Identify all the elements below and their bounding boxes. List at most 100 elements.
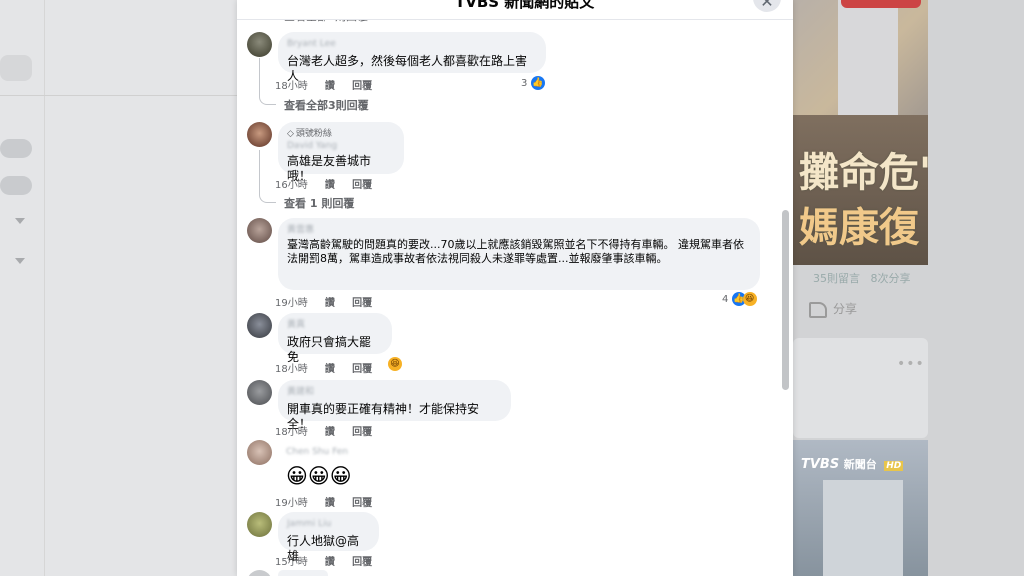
chevron-down-icon[interactable] — [15, 258, 25, 264]
share-button[interactable]: 分享 — [809, 300, 857, 318]
reaction-count: 4 — [722, 294, 729, 305]
comment-time[interactable]: 19小時 — [275, 298, 308, 309]
tvbs-video-thumbnail[interactable]: TVBS 新聞台 HD — [793, 440, 928, 576]
comment-bubble: 黃真 政府只會搞大罷免 — [278, 313, 392, 364]
comment-author[interactable]: David Yang — [287, 141, 393, 152]
comment-actions: 18小時 讚 回覆 — [275, 423, 386, 438]
comment-actions: 18小時 讚 回覆 — [275, 360, 386, 375]
more-icon[interactable]: ••• — [897, 356, 925, 372]
comment-author[interactable]: Jammi Liu — [287, 519, 368, 530]
comment-bubble — [278, 570, 328, 576]
share-count[interactable]: 8次分享 — [871, 272, 911, 285]
dialog-header: TVBS 新聞網的貼文 ✕ — [237, 0, 793, 20]
reply-button[interactable]: 回覆 — [352, 427, 372, 438]
share-icon — [809, 301, 827, 318]
news-thumbnail[interactable]: 攤命危"... 媽康復 — [793, 0, 928, 265]
haha-icon: 😆 — [388, 357, 402, 371]
comment-time[interactable]: 16小時 — [275, 180, 308, 191]
close-icon[interactable]: ✕ — [753, 0, 781, 12]
tvbs-logo-text: TVBS — [801, 457, 840, 472]
divider — [0, 95, 237, 96]
like-button[interactable]: 讚 — [325, 427, 335, 438]
comment-bubble: 黃建和 開車真的要正確有精神！才能保持安全！ — [278, 380, 511, 431]
reaction-summary[interactable]: 😆 — [388, 357, 402, 371]
diamond-icon: ◇ — [287, 129, 294, 139]
reply-button[interactable]: 回覆 — [352, 180, 372, 191]
comment-emoji: 😀😀😀 — [286, 464, 352, 488]
red-tab-shape — [841, 0, 921, 8]
avatar[interactable] — [247, 218, 272, 243]
comment-actions: 16小時 讚 回覆 — [275, 176, 386, 191]
reply-button[interactable]: 回覆 — [352, 81, 372, 92]
haha-icon: 😆 — [742, 292, 757, 306]
reply-button[interactable]: 回覆 — [352, 364, 372, 375]
reply-button[interactable]: 回覆 — [352, 498, 372, 509]
comment-actions: 15小時 讚 回覆 — [275, 553, 386, 568]
comment-time[interactable]: 19小時 — [275, 498, 308, 509]
toggle-switch[interactable] — [0, 139, 32, 158]
comment-actions: 18小時 讚 回覆 — [275, 77, 386, 92]
comment-actions: 19小時 讚 回覆 — [275, 294, 386, 309]
comment-author[interactable]: 黃建和 — [287, 387, 500, 398]
comment-text: 臺灣高齡駕駛的問題真的要改...70歲以上就應該銷毀駕照並名下不得持有車輛。 違… — [287, 238, 744, 265]
post-dialog: TVBS 新聞網的貼文 ✕ 查看全部4則回覆 Bryant Lee 台灣老人超多… — [237, 0, 793, 576]
like-button[interactable]: 讚 — [325, 498, 335, 509]
comment-time[interactable]: 18小時 — [275, 81, 308, 92]
post-stats: 35則留言 8次分享 — [813, 270, 911, 286]
like-button[interactable]: 讚 — [325, 557, 335, 568]
like-button[interactable]: 讚 — [325, 180, 335, 191]
view-replies-link[interactable]: 查看 1 則回覆 — [284, 195, 354, 211]
like-button[interactable]: 讚 — [325, 81, 335, 92]
view-replies-link[interactable]: 查看全部3則回覆 — [284, 97, 369, 113]
toggle-switch[interactable] — [0, 176, 32, 195]
avatar[interactable] — [247, 313, 272, 338]
thread-line — [259, 150, 276, 203]
dialog-title: TVBS 新聞網的貼文 — [455, 0, 595, 11]
reaction-count: 3 — [521, 78, 528, 89]
thumbnail-headline: 攤命危"... — [799, 150, 928, 196]
like-button[interactable]: 讚 — [325, 364, 335, 375]
comment-time[interactable]: 15小時 — [275, 557, 308, 568]
comment-author[interactable]: 黃真 — [287, 320, 381, 331]
comment-actions: 19小時 讚 回覆 — [275, 494, 386, 509]
reaction-summary[interactable]: 3 👍 — [521, 76, 545, 90]
reply-button[interactable]: 回覆 — [352, 557, 372, 568]
avatar[interactable] — [247, 32, 272, 57]
avatar[interactable] — [247, 380, 272, 405]
reply-button[interactable]: 回覆 — [352, 298, 372, 309]
thread-line — [259, 58, 276, 105]
comment-bubble: Bryant Lee 台灣老人超多，然後每個老人都喜歡在路上害人 — [278, 32, 546, 83]
badge-label: 頭號粉絲 — [295, 129, 332, 139]
divider — [44, 0, 45, 576]
building-shape — [823, 480, 903, 576]
background-right-panel: 攤命危"... 媽康復 35則留言 8次分享 分享 ••• TVBS 新聞台 H… — [793, 0, 1024, 576]
top-fan-badge: ◇ 頭號粉絲 — [287, 129, 393, 140]
background-left-panel — [0, 0, 237, 576]
comment-count[interactable]: 35則留言 — [813, 272, 860, 285]
like-icon: 👍 — [530, 76, 545, 90]
post-card — [793, 338, 928, 438]
thumbnail-headline: 媽康復 — [799, 205, 919, 251]
share-label: 分享 — [833, 302, 858, 316]
building-shape — [838, 0, 898, 120]
tvbs-logo: TVBS 新聞台 HD — [801, 456, 904, 472]
comment-time[interactable]: 18小時 — [275, 364, 308, 375]
comment-bubble: Chen Shu Fen 😀😀😀 — [278, 440, 371, 491]
comment-author[interactable]: Bryant Lee — [287, 39, 535, 50]
comment-author[interactable]: Chen Shu Fen — [286, 447, 360, 458]
chevron-down-icon[interactable] — [15, 218, 25, 224]
comment-bubble: ◇ 頭號粉絲 David Yang 高雄是友善城市哦！ — [278, 122, 404, 183]
like-button[interactable]: 讚 — [325, 298, 335, 309]
comment-time[interactable]: 18小時 — [275, 427, 308, 438]
reaction-summary[interactable]: 4 👍😆 — [722, 292, 757, 306]
comment-bubble: Jammi Liu 行人地獄@高雄 — [278, 512, 379, 563]
avatar[interactable] — [247, 440, 272, 465]
tvbs-channel-text: 新聞台 — [843, 458, 877, 471]
avatar[interactable] — [247, 512, 272, 537]
scrollbar[interactable] — [782, 210, 789, 390]
search-box-fragment — [0, 55, 32, 81]
comment-author[interactable]: 黃雲惠 — [287, 225, 749, 236]
avatar[interactable] — [247, 122, 272, 147]
avatar[interactable] — [247, 570, 272, 576]
hd-badge: HD — [884, 461, 904, 471]
